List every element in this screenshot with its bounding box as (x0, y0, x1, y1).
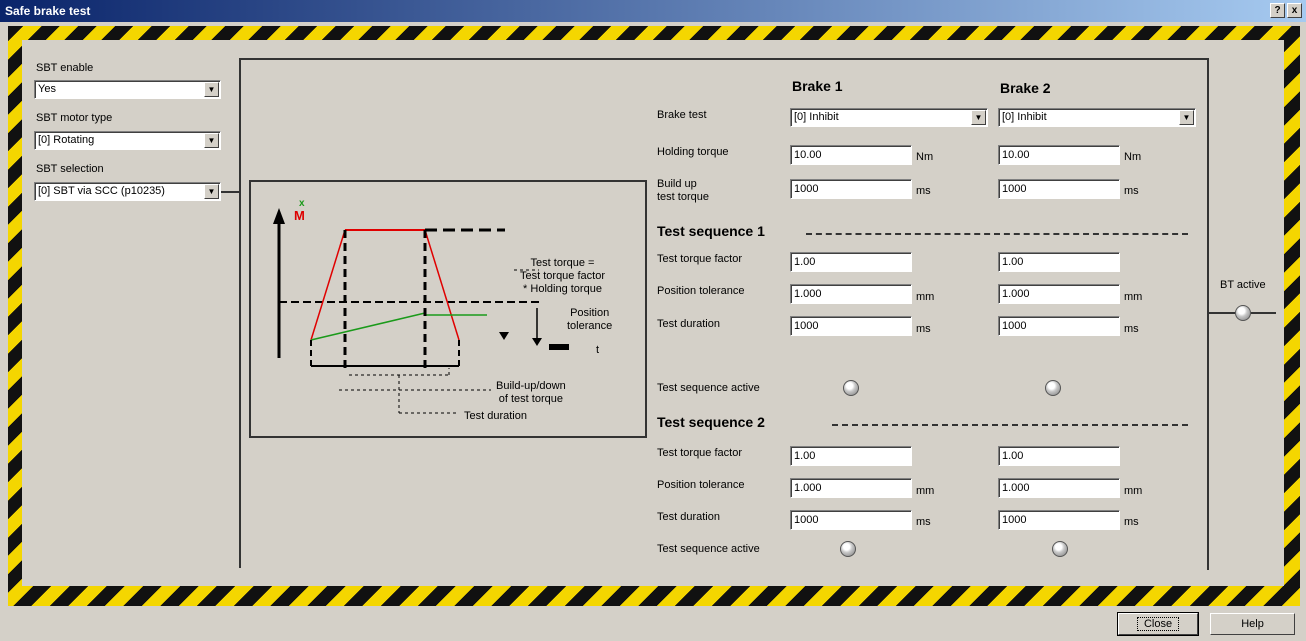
brake1-seq2-active-led-icon (840, 541, 856, 557)
y-axis-arrow-icon (273, 208, 285, 224)
brake1-seq1-active-led-icon (843, 380, 859, 396)
close-button[interactable]: Close (1117, 612, 1199, 636)
t-arrow-icon (549, 344, 569, 350)
title-bar: Safe brake test ? x (0, 0, 1306, 22)
unit-label: Nm (1124, 151, 1142, 163)
selection-label: SBT selection (36, 163, 104, 175)
holding-torque-label: Holding torque (657, 146, 729, 158)
selection-select[interactable]: [0] SBT via SCC (p10235) ▼ (34, 182, 221, 201)
brake1-test-value: [0] Inhibit (794, 111, 839, 123)
bt-active-label: BT active (1220, 279, 1266, 291)
chevron-down-icon[interactable]: ▼ (204, 82, 219, 97)
tolerance-arrow-icon (499, 332, 509, 340)
position-tolerance-annotation: Position tolerance (567, 307, 613, 332)
connector-line (221, 191, 239, 193)
unit-label: mm (1124, 485, 1143, 497)
motor-type-label: SBT motor type (36, 112, 113, 124)
unit-label: Nm (916, 151, 934, 163)
sbt-enable-label: SBT enable (36, 62, 94, 74)
buildup-line (310, 229, 346, 341)
seq1-active-label: Test sequence active (657, 382, 760, 394)
chevron-down-icon[interactable]: ▼ (204, 133, 219, 148)
brake2-seq2-duration-input[interactable]: 1000 (998, 510, 1120, 530)
brake2-seq1-pos-tol-input[interactable]: 1.000 (998, 284, 1120, 304)
window-title: Safe brake test (5, 4, 91, 18)
position-line (310, 312, 426, 341)
help-button[interactable]: Help (1210, 613, 1295, 635)
brake2-seq1-duration-input[interactable]: 1000 (998, 316, 1120, 336)
brake1-seq2-pos-tol-input[interactable]: 1.000 (790, 478, 912, 498)
unit-label: ms (1124, 185, 1139, 197)
seq1-duration-label: Test duration (657, 318, 720, 330)
buildup-annotation: Build-up/down of test torque (496, 380, 566, 405)
close-button-label: Close (1136, 617, 1180, 631)
seq2-torque-factor-label: Test torque factor (657, 447, 742, 459)
m-axis-label: M (294, 208, 305, 223)
brake2-build-up-input[interactable]: 1000 (998, 179, 1120, 199)
brake1-test-select[interactable]: [0] Inhibit ▼ (790, 108, 988, 127)
chevron-down-icon[interactable]: ▼ (1179, 110, 1194, 125)
seq2-duration-label: Test duration (657, 511, 720, 523)
test-torque-annotation: Test torque = Test torque factor * Holdi… (520, 257, 605, 295)
section-divider (806, 233, 1188, 235)
brake1-build-up-input[interactable]: 1000 (790, 179, 912, 199)
close-title-button[interactable]: x (1287, 3, 1302, 18)
build-up-label: Build up test torque (657, 178, 709, 203)
unit-label: mm (1124, 291, 1143, 303)
connector-line (239, 58, 1209, 60)
seq1-pos-tol-label: Position tolerance (657, 285, 745, 297)
unit-label: ms (1124, 323, 1139, 335)
brake2-seq1-torque-factor-input[interactable]: 1.00 (998, 252, 1120, 272)
seq1-torque-factor-label: Test torque factor (657, 253, 742, 265)
motor-type-value: [0] Rotating (38, 134, 95, 146)
brake1-seq1-pos-tol-input[interactable]: 1.000 (790, 284, 912, 304)
x-axis-label: x (299, 198, 305, 209)
seq2-active-label: Test sequence active (657, 543, 760, 555)
chevron-down-icon[interactable]: ▼ (971, 110, 986, 125)
test-duration-annotation: Test duration (464, 410, 527, 422)
brake2-seq1-active-led-icon (1045, 380, 1061, 396)
t-axis-label: t (596, 344, 600, 356)
seq2-pos-tol-label: Position tolerance (657, 479, 745, 491)
brake1-seq1-duration-input[interactable]: 1000 (790, 316, 912, 336)
brake2-holding-torque-input[interactable]: 10.00 (998, 145, 1120, 165)
connector-line (239, 58, 241, 568)
unit-label: ms (916, 323, 931, 335)
connector-line (1251, 312, 1276, 314)
unit-label: ms (916, 516, 931, 528)
sbt-enable-value: Yes (38, 83, 56, 95)
sbt-enable-select[interactable]: Yes ▼ (34, 80, 221, 99)
connector-line (1207, 312, 1235, 314)
brake1-seq1-torque-factor-input[interactable]: 1.00 (790, 252, 912, 272)
unit-label: mm (916, 485, 935, 497)
unit-label: mm (916, 291, 935, 303)
unit-label: ms (916, 185, 931, 197)
brake2-seq2-torque-factor-input[interactable]: 1.00 (998, 446, 1120, 466)
brake1-seq2-duration-input[interactable]: 1000 (790, 510, 912, 530)
unit-label: ms (1124, 516, 1139, 528)
brake1-seq2-torque-factor-input[interactable]: 1.00 (790, 446, 912, 466)
bt-active-led-icon (1235, 305, 1251, 321)
tolerance-arrow-icon (532, 338, 542, 346)
connector-line (1207, 58, 1209, 570)
brake2-seq2-active-led-icon (1052, 541, 1068, 557)
brake2-test-select[interactable]: [0] Inhibit ▼ (998, 108, 1196, 127)
brake1-header: Brake 1 (792, 78, 843, 94)
selection-value: [0] SBT via SCC (p10235) (38, 185, 165, 197)
brake2-header: Brake 2 (1000, 80, 1051, 96)
motor-type-select[interactable]: [0] Rotating ▼ (34, 131, 221, 150)
section-divider (832, 424, 1188, 426)
brake2-seq2-pos-tol-input[interactable]: 1.000 (998, 478, 1120, 498)
brake1-holding-torque-input[interactable]: 10.00 (790, 145, 912, 165)
builddown-line (424, 229, 460, 341)
help-title-button[interactable]: ? (1270, 3, 1285, 18)
seq1-title: Test sequence 1 (657, 223, 765, 239)
brake2-test-value: [0] Inhibit (1002, 111, 1047, 123)
chevron-down-icon[interactable]: ▼ (204, 184, 219, 199)
seq2-title: Test sequence 2 (657, 414, 765, 430)
brake-test-label: Brake test (657, 109, 707, 121)
